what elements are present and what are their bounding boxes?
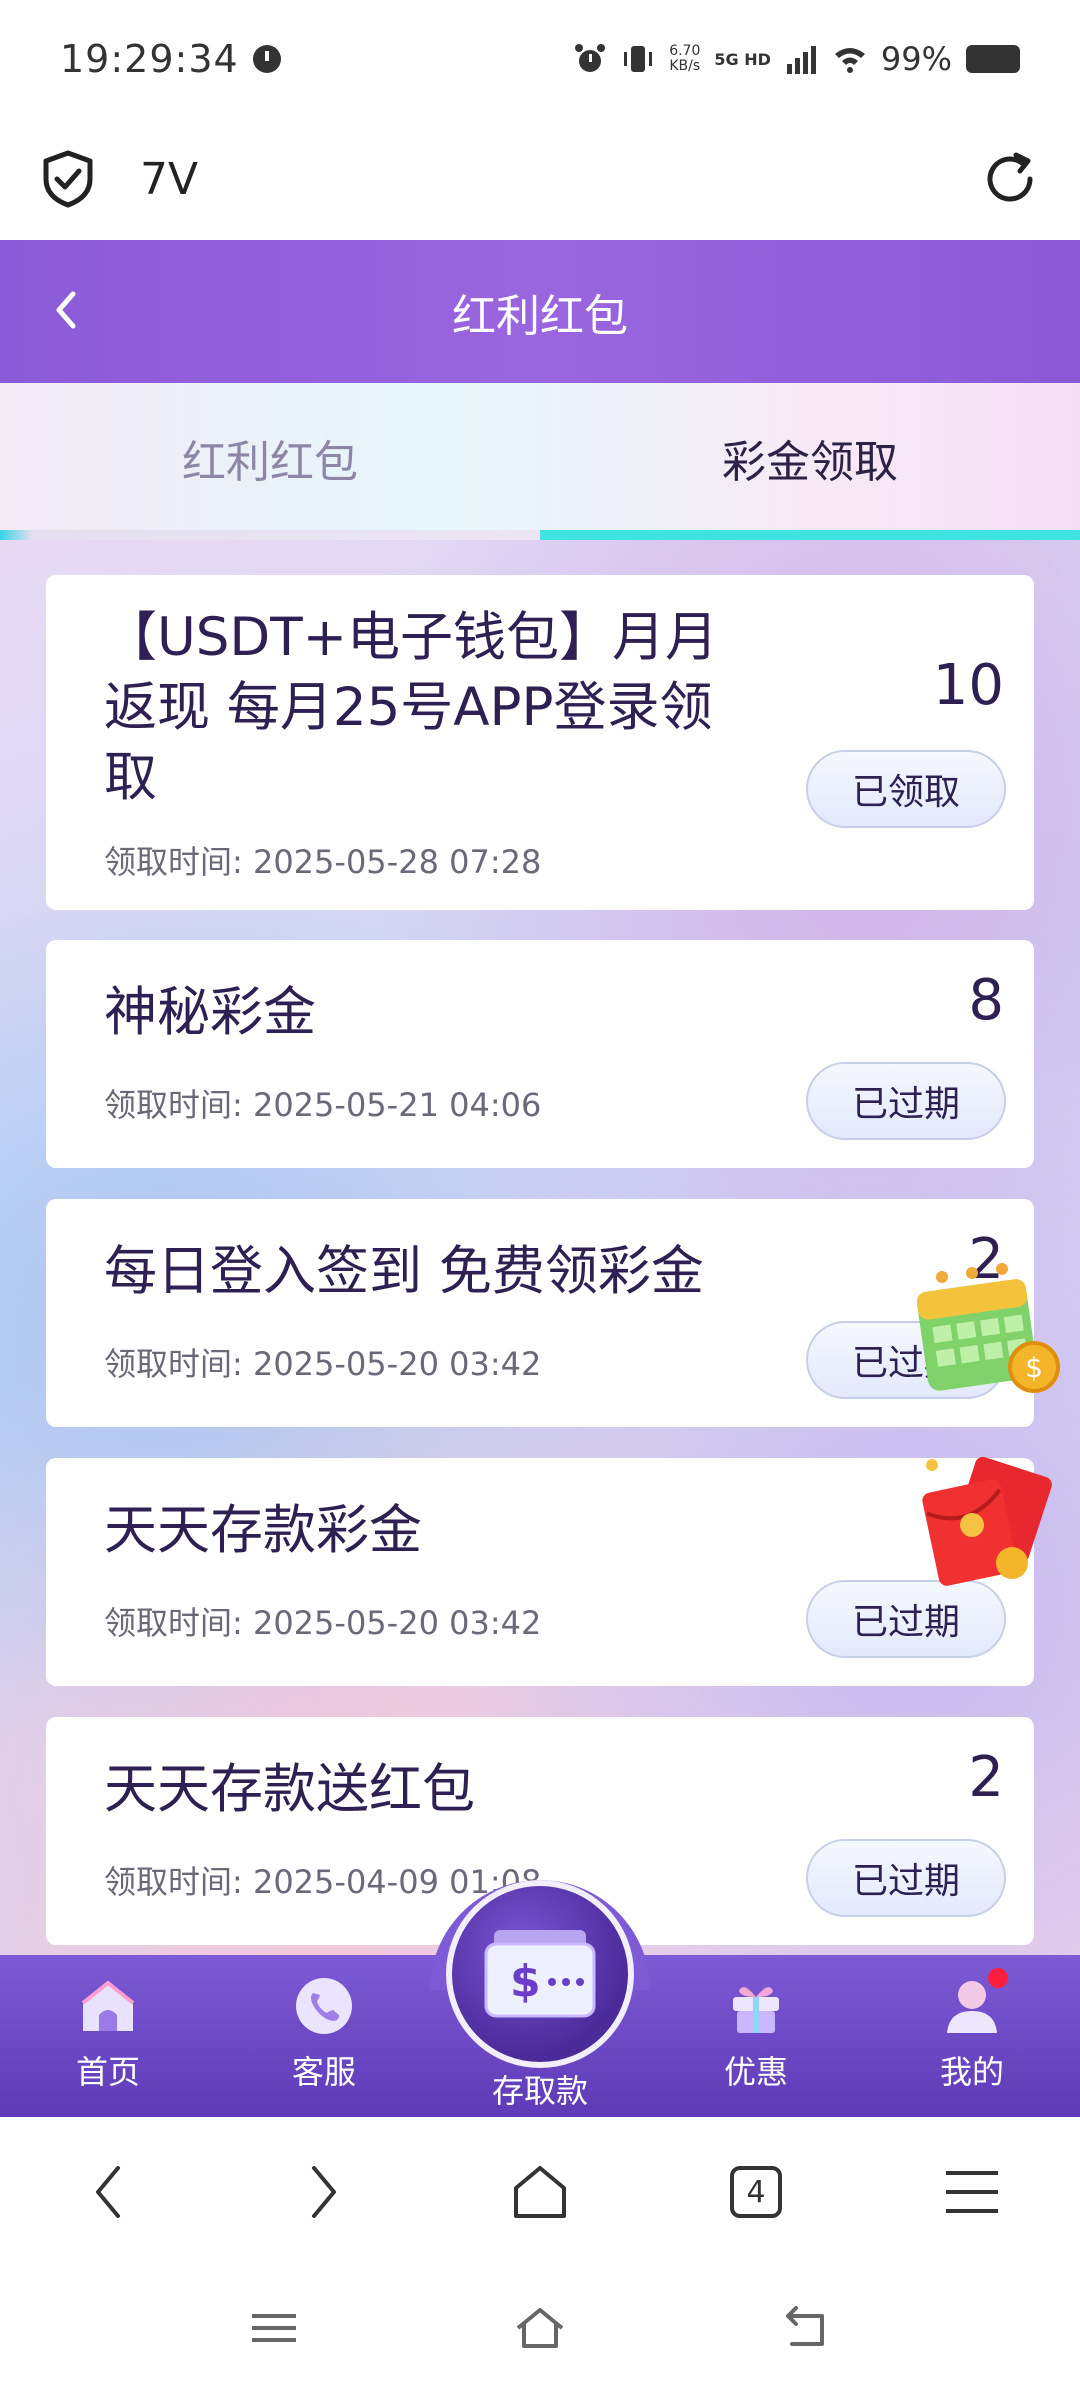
site-title[interactable]: 7V [140, 154, 198, 205]
card-title-line: 【USDT+电子钱包】月月 [104, 607, 719, 668]
deposit-withdraw-button[interactable]: $ [446, 1880, 634, 2068]
timer-icon [252, 45, 281, 73]
gift-icon [733, 1987, 779, 2033]
tab-count: 4 [746, 2174, 766, 2210]
claim-time: 领取时间: 2025-05-28 07:28 [104, 843, 542, 881]
tab-indicator [540, 530, 1080, 540]
status-time: 19:29:34 [60, 37, 239, 81]
recents-icon[interactable] [246, 2300, 302, 2356]
card-title: 神秘彩金 [104, 982, 316, 1043]
network-type: 5G HD [714, 49, 771, 69]
wifi-icon [834, 48, 865, 73]
browser-home-button[interactable] [505, 2157, 575, 2227]
battery-percent: 99% [880, 40, 952, 78]
browser-back-button[interactable] [73, 2157, 143, 2227]
notification-badge [988, 1968, 1008, 1988]
red-envelope-icon[interactable] [912, 1445, 1062, 1595]
claim-time: 领取时间: 2025-04-09 01:08 [104, 1863, 542, 1901]
net-speed-unit: KB/s [669, 58, 701, 74]
nav-mine-label: 我的 [939, 2053, 1004, 2091]
bonus-amount: 10 [932, 653, 1004, 718]
bonus-card: 神秘彩金 领取时间: 2025-05-21 04:06 8 已过期 [46, 940, 1034, 1168]
browser-forward-button[interactable] [289, 2157, 359, 2227]
tab-bonus-claim[interactable]: 彩金领取 [540, 383, 1080, 533]
chevron-left-icon [56, 291, 76, 329]
tab-bar: 红利红包 彩金领取 [0, 383, 1080, 533]
system-nav-bar [0, 2267, 1080, 2388]
phone-icon [296, 1978, 352, 2034]
browser-toolbar: 4 [0, 2117, 1080, 2267]
battery-icon [966, 45, 1020, 73]
tab-track [0, 530, 540, 540]
browser-menu-button[interactable] [937, 2157, 1007, 2227]
browser-tabs-button[interactable]: 4 [721, 2157, 791, 2227]
card-title-line: 取 [104, 747, 157, 808]
page-title: 红利红包 [452, 290, 628, 342]
card-title: 天天存款送红包 [104, 1759, 475, 1820]
nav-service-label: 客服 [291, 2053, 356, 2091]
reload-icon[interactable] [980, 149, 1040, 209]
alarm-icon [575, 44, 606, 72]
system-back-icon[interactable] [778, 2300, 834, 2356]
bonus-amount: 2 [968, 1745, 1004, 1810]
claim-time: 领取时间: 2025-05-21 04:06 [104, 1086, 542, 1124]
wallet-icon: $ [484, 1930, 596, 2018]
net-speed: 6.70 KB/s [669, 44, 700, 74]
svg-text:$: $ [510, 1956, 541, 2007]
status-icons: 6.70 KB/s 5G HD 99% [573, 40, 1020, 78]
bonus-amount: 8 [968, 968, 1004, 1033]
claim-time: 领取时间: 2025-05-20 03:42 [104, 1604, 542, 1642]
status-button[interactable]: 已过期 [806, 1062, 1006, 1140]
system-home-icon[interactable] [512, 2300, 568, 2356]
bonus-list: 【USDT+电子钱包】月月 返现 每月25号APP登录领 取 领取时间: 202… [0, 540, 1080, 1955]
nav-promo-label: 优惠 [723, 2053, 788, 2091]
status-button[interactable]: 已领取 [806, 750, 1006, 828]
nav-mine[interactable]: 我的 [892, 1955, 1052, 2117]
home-icon [81, 1980, 135, 2031]
bonus-card: 每日登入签到 免费领彩金 领取时间: 2025-05-20 03:42 2 已过… [46, 1199, 1034, 1427]
card-title: 天天存款彩金 [104, 1500, 422, 1561]
nav-home[interactable]: 首页 [28, 1955, 188, 2117]
card-title: 每日登入签到 免费领彩金 [104, 1241, 704, 1302]
calendar-icon[interactable]: $ [912, 1255, 1062, 1405]
nav-promo[interactable]: 优惠 [676, 1955, 836, 2117]
bonus-card: 【USDT+电子钱包】月月 返现 每月25号APP登录领 取 领取时间: 202… [46, 575, 1034, 910]
tab-bonus-redpacket[interactable]: 红利红包 [0, 383, 540, 533]
card-title-line: 返现 每月25号APP登录领 [104, 677, 713, 738]
menu-icon [946, 2171, 998, 2213]
svg-text:$: $ [1025, 1351, 1043, 1384]
vibrate-icon [624, 46, 653, 72]
status-button[interactable]: 已过期 [806, 1839, 1006, 1917]
home-outline-icon [514, 2166, 566, 2218]
nav-home-label: 首页 [75, 2053, 140, 2091]
bonus-card: 天天存款彩金 领取时间: 2025-05-20 03:42 已过期 [46, 1458, 1034, 1686]
chevron-right-icon [312, 2166, 336, 2218]
status-bar: 19:29:34 6.70 KB/s 5G HD 99% [0, 0, 1080, 118]
back-button[interactable] [36, 280, 96, 340]
net-speed-value: 6.70 [669, 43, 701, 59]
page-header: 红利红包 [0, 240, 1080, 383]
nav-deposit-label: 存取款 [491, 2072, 588, 2110]
claim-time: 领取时间: 2025-05-20 03:42 [104, 1345, 542, 1383]
chevron-left-icon [96, 2166, 120, 2218]
browser-address-bar: 7V [0, 118, 1080, 240]
nav-service[interactable]: 客服 [244, 1955, 404, 2117]
signal-icon [786, 46, 816, 74]
shield-check-icon[interactable] [40, 149, 96, 209]
